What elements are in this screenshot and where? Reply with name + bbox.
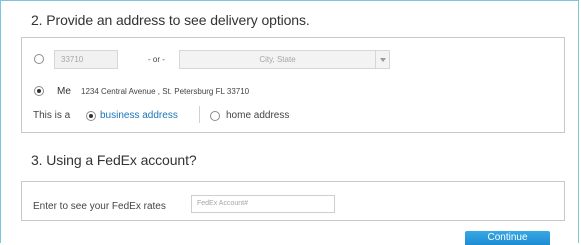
saved-address-text: 1234 Central Avenue , St. Petersburg FL … [81,87,250,96]
business-address-radio[interactable] [86,111,96,121]
fedex-account-input[interactable]: FedEx Account# [191,195,335,213]
or-separator: - or - [148,55,165,64]
city-state-placeholder: City, State [259,55,296,64]
address-type-prefix: This is a [33,110,71,121]
home-address-label[interactable]: home address [226,110,289,121]
address-section-title: 2. Provide an address to see delivery op… [31,12,310,28]
continue-button[interactable]: Continue [465,231,550,245]
saved-address-radio[interactable] [34,86,44,96]
delivery-options-page: 2. Provide an address to see delivery op… [0,0,579,243]
city-state-input[interactable]: City, State [179,50,390,69]
account-panel: Enter to see your FedEx rates FedEx Acco… [21,181,565,221]
chevron-down-icon[interactable] [375,51,389,68]
account-section-title: 3. Using a FedEx account? [31,152,197,168]
divider [199,106,200,123]
business-address-label[interactable]: business address [100,110,178,121]
home-address-radio[interactable] [210,111,220,121]
zip-radio[interactable] [34,54,44,64]
saved-address-label: Me [57,86,71,97]
account-label: Enter to see your FedEx rates [33,201,166,212]
address-panel: 33710 - or - City, State Me 1234 Central… [21,37,565,133]
zip-input[interactable]: 33710 [54,50,118,69]
